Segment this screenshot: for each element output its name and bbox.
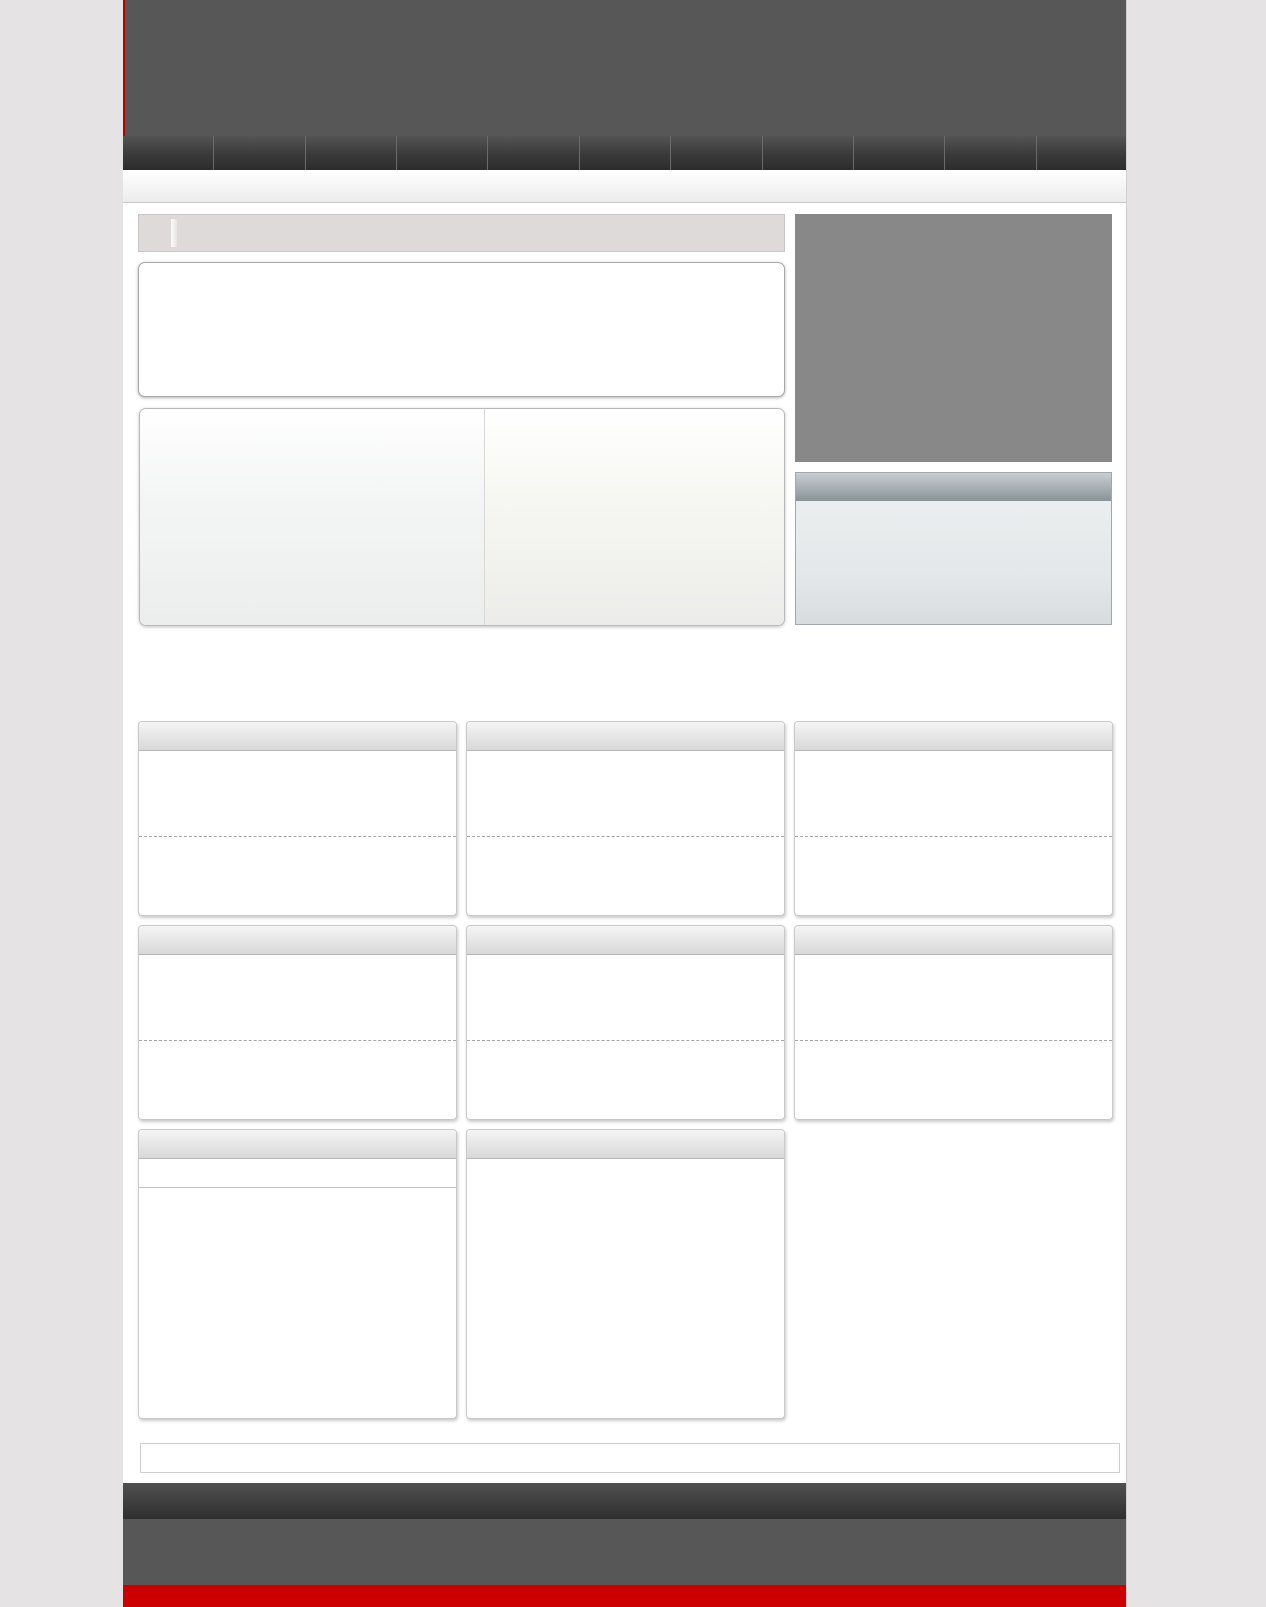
card-header	[139, 926, 456, 955]
card-header	[467, 926, 784, 955]
content-card	[794, 925, 1113, 1120]
card-divider	[139, 1040, 456, 1041]
footer-accent-bar	[123, 1585, 1127, 1607]
nav-item-5[interactable]	[488, 136, 580, 170]
footer-strip	[140, 1443, 1120, 1473]
card-divider	[467, 836, 784, 837]
nav-item-9[interactable]	[853, 136, 946, 170]
card-header	[139, 1130, 456, 1159]
site-footer	[123, 1519, 1127, 1585]
page-edge-line	[1126, 0, 1127, 1607]
card-subheader	[139, 1159, 456, 1188]
content-card	[138, 925, 457, 1120]
feature-panel-right	[485, 409, 784, 625]
media-placeholder	[795, 214, 1112, 462]
card-divider	[139, 836, 456, 837]
nav-item-7[interactable]	[671, 136, 763, 170]
card-header	[467, 722, 784, 751]
feature-panel-left	[140, 409, 485, 625]
card-header	[467, 1130, 784, 1159]
footer-top-bar	[123, 1483, 1127, 1519]
content-card	[466, 925, 785, 1120]
nav-item-10[interactable]	[945, 136, 1037, 170]
content-card	[466, 721, 785, 916]
sidebar-widget	[795, 472, 1112, 625]
page-container	[123, 0, 1127, 1607]
card-divider	[795, 836, 1112, 837]
content-card	[138, 721, 457, 916]
intro-panel	[138, 262, 785, 397]
nav-item-6[interactable]	[579, 136, 672, 170]
nav-item-4[interactable]	[397, 136, 489, 170]
card-divider	[795, 1040, 1112, 1041]
card-header	[139, 722, 456, 751]
main-nav	[123, 136, 1127, 170]
card-header	[795, 722, 1112, 751]
nav-item-1[interactable]	[123, 136, 215, 170]
site-header	[123, 0, 1127, 136]
content-card	[794, 721, 1113, 916]
card-divider	[467, 1040, 784, 1041]
feature-split-panel	[139, 408, 785, 626]
nav-item-2[interactable]	[214, 136, 306, 170]
card-header	[795, 926, 1112, 955]
nav-item-3[interactable]	[305, 136, 398, 170]
sidebar-widget-header	[796, 473, 1111, 501]
nav-item-11[interactable]	[1036, 136, 1127, 170]
nav-item-8[interactable]	[762, 136, 854, 170]
sub-navigation-bar	[123, 170, 1127, 203]
content-card	[466, 1129, 785, 1419]
title-accent-icon	[171, 219, 177, 247]
page-title-bar	[138, 214, 785, 252]
content-card	[138, 1129, 457, 1419]
